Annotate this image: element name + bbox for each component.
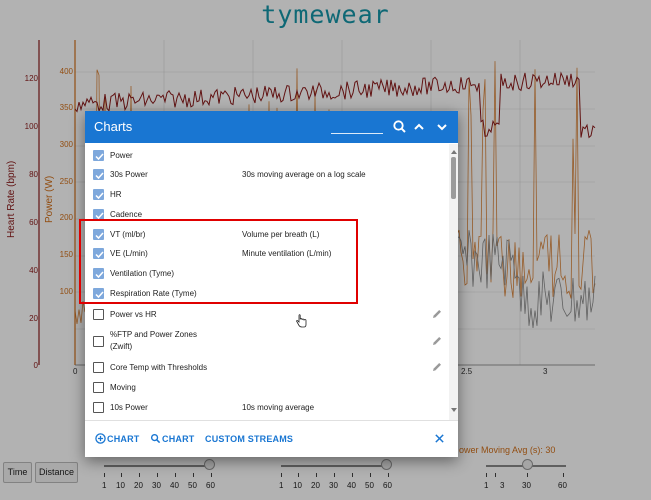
search-chart-button[interactable]: CHART	[162, 434, 195, 444]
scrollbar-thumb[interactable]	[451, 157, 456, 199]
checkbox-checked[interactable]	[93, 150, 104, 161]
item-label: HR	[110, 190, 122, 199]
list-item[interactable]: 30s Power 30s moving average on a log sc…	[85, 165, 450, 185]
item-label: Moving	[110, 383, 136, 392]
list-item[interactable]: Core Temp with Thresholds	[85, 358, 450, 378]
item-label: Power vs HR	[110, 310, 157, 319]
item-label: Power	[110, 151, 133, 160]
chevron-down-icon[interactable]	[432, 117, 452, 137]
item-description: 30s moving average on a log scale	[242, 170, 366, 179]
list-item[interactable]: %FTP and Power Zones (Zwift)	[85, 327, 450, 355]
checkbox-unchecked[interactable]	[93, 336, 104, 347]
list-item[interactable]: HR	[85, 185, 450, 205]
hand-cursor-icon	[296, 314, 307, 328]
checkbox-unchecked[interactable]	[93, 309, 104, 320]
close-icon[interactable]	[434, 433, 445, 444]
search-icon[interactable]	[150, 433, 161, 444]
dialog-divider	[85, 420, 458, 421]
edit-icon[interactable]	[431, 308, 443, 320]
custom-streams-button[interactable]: CUSTOM STREAMS	[205, 434, 293, 444]
checkbox-unchecked[interactable]	[93, 382, 104, 393]
list-item[interactable]: 10s Power 10s moving average	[85, 398, 450, 418]
edit-icon[interactable]	[431, 335, 443, 347]
chevron-up-icon[interactable]	[409, 117, 429, 137]
item-label-line1: %FTP and Power Zones	[110, 330, 198, 339]
item-label: 30s Power	[110, 170, 148, 179]
scroll-down-arrow-icon[interactable]	[451, 408, 457, 412]
item-label: Core Temp with Thresholds	[110, 363, 208, 372]
list-item[interactable]: Power vs HR	[85, 305, 450, 325]
list-item[interactable]: Moving	[85, 378, 450, 398]
dialog-title: Charts	[94, 119, 133, 134]
edit-icon[interactable]	[431, 361, 443, 373]
item-description: 10s moving average	[242, 403, 315, 412]
checkbox-unchecked[interactable]	[93, 362, 104, 373]
checkbox-checked[interactable]	[93, 189, 104, 200]
dialog-header: Charts	[85, 111, 458, 143]
checkbox-unchecked[interactable]	[93, 402, 104, 413]
checkbox-checked[interactable]	[93, 169, 104, 180]
list-item[interactable]: Power	[85, 146, 450, 166]
add-circle-icon[interactable]	[95, 433, 106, 444]
add-chart-button[interactable]: CHART	[107, 434, 140, 444]
item-label: %FTP and Power Zones (Zwift)	[110, 329, 197, 353]
item-label: 10s Power	[110, 403, 148, 412]
search-icon[interactable]	[390, 117, 410, 137]
highlight-box	[79, 219, 358, 304]
dialog-search-input[interactable]	[331, 133, 383, 134]
item-label-line2: (Zwift)	[110, 342, 133, 351]
scroll-up-arrow-icon[interactable]	[451, 150, 457, 154]
